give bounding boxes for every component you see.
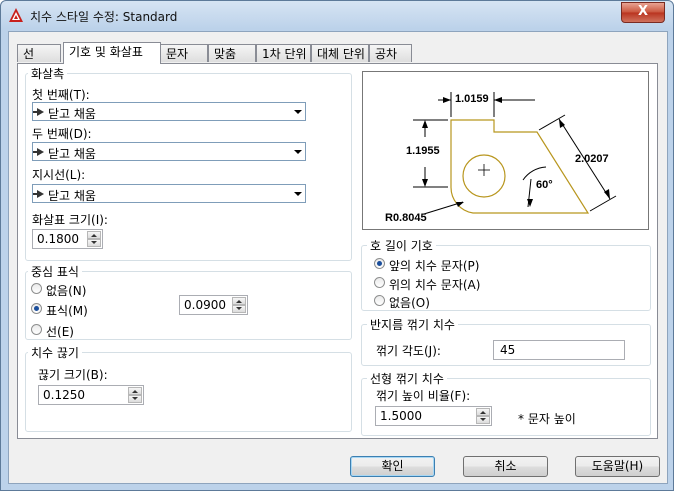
center-mark-size-spinner[interactable]: 0.0900 [179,295,248,315]
jog-height-value: 1.5000 [380,409,422,423]
arrow-size-label: 화살표 크기(I): [32,213,108,227]
chevron-down-icon[interactable] [294,150,302,154]
tab-page-symbols-arrows: 화살촉 첫 번째(T): 닫고 채움 두 번째(D): 닫고 채움 지시선(L)… [17,63,658,439]
tab-tolerances[interactable]: 공차 [369,44,412,62]
arrow-size-value: 0.1800 [37,232,79,246]
dimension-preview-drawing: 1.0159 1.1955 2.0207 60° R0.8045 [385,92,617,224]
center-mark-none-label: 없음(N) [46,284,87,298]
autocad-app-icon [9,8,23,22]
spin-up-button[interactable] [476,408,490,416]
spin-up-button[interactable] [232,297,246,305]
spin-down-button[interactable] [128,395,142,403]
center-mark-size-value: 0.0900 [184,298,226,312]
radio-dot [31,283,42,294]
preview-dim-right: 2.0207 [575,153,609,165]
filled-arrow-icon [33,108,44,116]
arc-preceding-label: 앞의 치수 문자(P) [389,259,480,273]
dialog-client: 선 기호 및 화살표 문자 맞춤 1차 단위 대체 단위 공차 화살촉 첫 번째… [8,31,668,484]
spin-down-button[interactable] [232,305,246,313]
tab-fit[interactable]: 맞춤 [208,44,256,62]
preview-dim-left: 1.1955 [406,145,440,157]
preview-dim-angle: 60° [536,179,553,191]
dialog-window: 치수 스타일 수정: Standard X 선 기호 및 화살표 문자 맞춤 1… [0,0,674,491]
radio-dot [31,324,42,335]
linear-jog-legend: 선형 꺾기 치수 [367,370,447,387]
spin-up-button[interactable] [87,231,101,239]
radio-dot-selected [31,303,42,314]
filled-arrow-icon [33,190,44,198]
cancel-button[interactable]: 취소 [463,456,548,477]
filled-arrow-icon [33,148,44,156]
center-mark-line-label: 선(E) [46,325,74,339]
tab-primary-units[interactable]: 1차 단위 [256,44,311,62]
arc-above-label: 위의 치수 문자(A) [389,278,481,292]
jog-height-spinner[interactable]: 1.5000 [375,406,492,426]
break-size-value: 0.1250 [43,388,85,402]
preview-dim-radius: R0.8045 [385,212,427,224]
preview-dim-top: 1.0159 [455,93,489,105]
preview-pane: 1.0159 1.1955 2.0207 60° R0.8045 [362,71,649,230]
center-mark-mark-label: 표식(M) [46,304,88,318]
chevron-down-icon[interactable] [294,192,302,196]
radio-dot [374,277,385,288]
arc-length-legend: 호 길이 기호 [367,237,436,254]
ok-button[interactable]: 확인 [350,456,435,477]
arc-none-label: 없음(O) [389,296,430,310]
spin-down-button[interactable] [476,416,490,424]
second-arrow-value: 닫고 채움 [48,147,96,161]
jog-angle-input[interactable]: 45 [493,340,625,360]
chevron-down-icon[interactable] [294,110,302,114]
tab-lines[interactable]: 선 [17,44,61,62]
arrowheads-legend: 화살촉 [28,65,68,82]
center-marks-legend: 중심 표식 [28,263,82,280]
spin-down-button[interactable] [87,239,101,247]
leader-arrow-value: 닫고 채움 [48,189,96,203]
radio-dot-selected [374,258,385,269]
jog-height-label: 꺾기 높이 비율(F): [376,389,471,403]
first-arrow-select[interactable]: 닫고 채움 [32,102,306,121]
jog-angle-value: 45 [500,343,516,357]
leader-arrow-label: 지시선(L): [32,168,86,182]
spin-up-button[interactable] [128,387,142,395]
second-arrow-select[interactable]: 닫고 채움 [32,142,306,161]
window-title: 치수 스타일 수정: Standard [30,10,178,24]
first-arrow-value: 닫고 채움 [48,107,96,121]
text-height-note: * 문자 높이 [518,412,576,426]
help-button[interactable]: 도움말(H) [575,456,660,477]
leader-arrow-select[interactable]: 닫고 채움 [32,184,306,203]
arrow-size-spinner[interactable]: 0.1800 [32,229,103,249]
preview-arrowheads [422,97,610,207]
break-size-spinner[interactable]: 0.1250 [38,385,144,405]
tab-symbols-arrows[interactable]: 기호 및 화살표 [63,42,161,64]
first-arrow-label: 첫 번째(T): [32,88,90,102]
preview-part-outline [450,119,590,214]
jog-angle-label: 꺾기 각도(J): [376,344,441,358]
second-arrow-label: 두 번째(D): [32,127,92,141]
title-bar[interactable]: 치수 스타일 수정: Standard X [1,1,673,31]
tab-text[interactable]: 문자 [160,44,208,62]
radius-jog-legend: 반지름 꺾기 치수 [367,316,458,333]
dimension-break-legend: 치수 끊기 [28,344,82,361]
break-size-label: 끊기 크기(B): [38,368,108,382]
radio-dot [374,295,385,306]
tab-alternate-units[interactable]: 대체 단위 [311,44,369,62]
close-button[interactable]: X [621,2,665,23]
